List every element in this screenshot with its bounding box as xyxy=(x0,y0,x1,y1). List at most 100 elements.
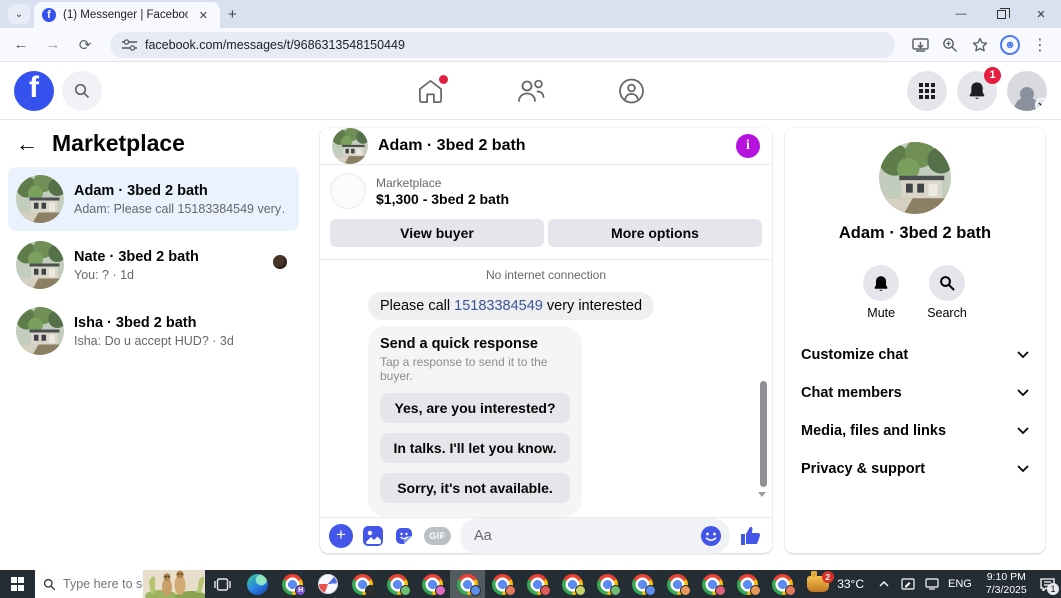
conversation-item-adam[interactable]: Adam · 3bed 2 bath Adam: Please call 151… xyxy=(8,167,299,231)
url-bar[interactable]: facebook.com/messages/t/9686313548150449 xyxy=(110,31,895,58)
window-minimize-button[interactable]: — xyxy=(941,0,981,28)
back-icon[interactable]: ← xyxy=(8,36,34,53)
url-text: facebook.com/messages/t/9686313548150449 xyxy=(145,37,405,52)
window-close-button[interactable]: ✕ xyxy=(1021,0,1061,28)
emoji-icon[interactable] xyxy=(700,525,722,547)
taskbar-chrome-icon[interactable] xyxy=(765,570,800,598)
sidebar-title: Marketplace xyxy=(52,130,185,156)
weather-temperature[interactable]: 33°C xyxy=(835,570,872,598)
nav-home[interactable] xyxy=(417,74,448,104)
attach-plus-icon[interactable]: + xyxy=(329,524,353,548)
browser-tab[interactable]: f (1) Messenger | Facebook ✕ xyxy=(34,2,220,28)
site-settings-icon[interactable] xyxy=(122,38,137,51)
browser-profile-avatar[interactable]: ☻ xyxy=(997,32,1023,58)
taskbar-chrome-icon[interactable] xyxy=(660,570,695,598)
listing-avatar xyxy=(16,307,64,355)
section-privacy-support[interactable]: Privacy & support xyxy=(785,450,1045,488)
sticker-icon[interactable] xyxy=(393,525,415,547)
start-button[interactable] xyxy=(0,570,35,598)
chat-avatar[interactable] xyxy=(332,128,368,164)
view-buyer-button[interactable]: View buyer xyxy=(330,219,544,247)
quick-response-option[interactable]: In talks. I'll let you know. xyxy=(380,433,570,463)
facebook-header: f 1 xyxy=(0,62,1061,120)
chevron-down-icon xyxy=(1017,351,1029,359)
taskbar-chrome-icon[interactable] xyxy=(590,570,625,598)
chrome-profile-letter-badge: H xyxy=(295,585,307,596)
tab-close-icon[interactable]: ✕ xyxy=(195,7,212,24)
network-icon[interactable] xyxy=(922,578,942,590)
more-options-button[interactable]: More options xyxy=(548,219,762,247)
windows-ink-icon[interactable] xyxy=(898,578,918,590)
received-message-bubble: Please call 15183384549 very interested xyxy=(368,292,655,320)
search-in-conversation-button[interactable]: Search xyxy=(927,265,967,320)
facebook-logo[interactable]: f xyxy=(14,70,54,111)
conversation-name: Nate · 3bed 2 bath xyxy=(74,248,199,265)
notifications-badge: 1 xyxy=(984,66,1001,84)
taskbar-chrome-icon[interactable] xyxy=(695,570,730,598)
back-icon[interactable]: ← xyxy=(16,131,38,157)
apps-grid-icon xyxy=(919,82,935,99)
taskbar-chrome-icon[interactable] xyxy=(485,570,520,598)
tray-chevron-up-icon[interactable] xyxy=(874,581,894,587)
task-view-icon[interactable] xyxy=(205,570,240,598)
phone-number-link[interactable]: 15183384549 xyxy=(454,298,543,314)
zoom-icon[interactable] xyxy=(937,32,963,58)
action-center-icon[interactable]: 1 xyxy=(1035,570,1061,598)
message-input[interactable] xyxy=(460,518,730,554)
taskbar-chrome-icon[interactable] xyxy=(450,570,486,598)
gif-icon[interactable]: GIF xyxy=(424,527,451,545)
bookmark-star-icon[interactable] xyxy=(967,32,993,58)
conversation-item-isha[interactable]: Isha · 3bed 2 bath Isha: Do u accept HUD… xyxy=(8,299,299,363)
chevron-down-icon xyxy=(1017,465,1029,473)
listing-avatar xyxy=(16,175,64,223)
nav-friends[interactable] xyxy=(516,78,546,104)
reload-icon[interactable]: ⟳ xyxy=(72,36,98,54)
notification-app-icon[interactable]: 2 xyxy=(800,570,835,598)
taskbar-chrome-icon[interactable] xyxy=(380,570,415,598)
window-restore-button[interactable] xyxy=(981,0,1021,28)
conversation-sidebar: ← Marketplace Adam · 3bed 2 bath Adam: P… xyxy=(0,120,307,570)
taskbar-chrome-icon[interactable] xyxy=(520,570,555,598)
taskbar-chrome-icon[interactable] xyxy=(730,570,765,598)
nav-groups[interactable] xyxy=(618,78,645,104)
notifications-button[interactable]: 1 xyxy=(957,66,1001,111)
thumbs-up-icon[interactable] xyxy=(739,524,763,548)
chat-scrollbar[interactable] xyxy=(760,381,767,487)
facebook-search-button[interactable] xyxy=(62,70,102,111)
account-avatar[interactable] xyxy=(1007,70,1047,111)
details-avatar xyxy=(879,142,951,214)
messenger-content: ← Marketplace Adam · 3bed 2 bath Adam: P… xyxy=(0,120,1061,570)
conversation-name: Adam · 3bed 2 bath xyxy=(74,182,208,199)
photo-icon[interactable] xyxy=(362,525,384,547)
section-media-files-links[interactable]: Media, files and links xyxy=(785,412,1045,450)
conversation-info-icon[interactable]: i xyxy=(736,134,760,158)
section-chat-members[interactable]: Chat members xyxy=(785,374,1045,412)
mute-button[interactable]: Mute xyxy=(863,265,900,320)
cast-icon[interactable] xyxy=(907,32,933,58)
forward-icon[interactable]: → xyxy=(40,36,66,53)
friends-icon xyxy=(517,79,544,102)
taskbar-search-box[interactable] xyxy=(35,570,206,598)
quick-response-option[interactable]: Sorry, it's not available. xyxy=(380,473,570,503)
taskbar-chrome-icon[interactable] xyxy=(555,570,590,598)
scroll-down-caret[interactable] xyxy=(758,492,766,497)
edge-icon[interactable] xyxy=(240,570,275,598)
new-tab-button[interactable]: + xyxy=(228,6,237,23)
listing-avatar xyxy=(16,241,64,289)
section-customize-chat[interactable]: Customize chat xyxy=(785,336,1045,374)
browser-menu-icon[interactable]: ⋮ xyxy=(1027,32,1053,58)
quick-response-option[interactable]: Yes, are you interested? xyxy=(380,393,570,423)
conversation-name: Isha · 3bed 2 bath xyxy=(74,314,197,331)
taskbar-chrome-icon[interactable] xyxy=(625,570,660,598)
taskbar-chrome-icon[interactable] xyxy=(415,570,450,598)
chrome-pinned-icon[interactable]: H xyxy=(275,570,310,598)
conversation-details-panel: Adam · 3bed 2 bath Mute Search Customize… xyxy=(785,128,1045,553)
taskbar-chrome-icon[interactable] xyxy=(345,570,380,598)
snipping-app-icon[interactable] xyxy=(310,570,345,598)
taskbar-clock[interactable]: 9:10 PM 7/3/2025 xyxy=(978,570,1035,598)
listing-placeholder-circle xyxy=(330,173,366,209)
language-indicator[interactable]: ENG xyxy=(942,570,978,598)
apps-menu-button[interactable] xyxy=(907,70,947,111)
conversation-item-nate[interactable]: Nate · 3bed 2 bath You: ? · 1d xyxy=(8,233,299,297)
tab-search-button[interactable]: ⌄ xyxy=(8,4,30,24)
